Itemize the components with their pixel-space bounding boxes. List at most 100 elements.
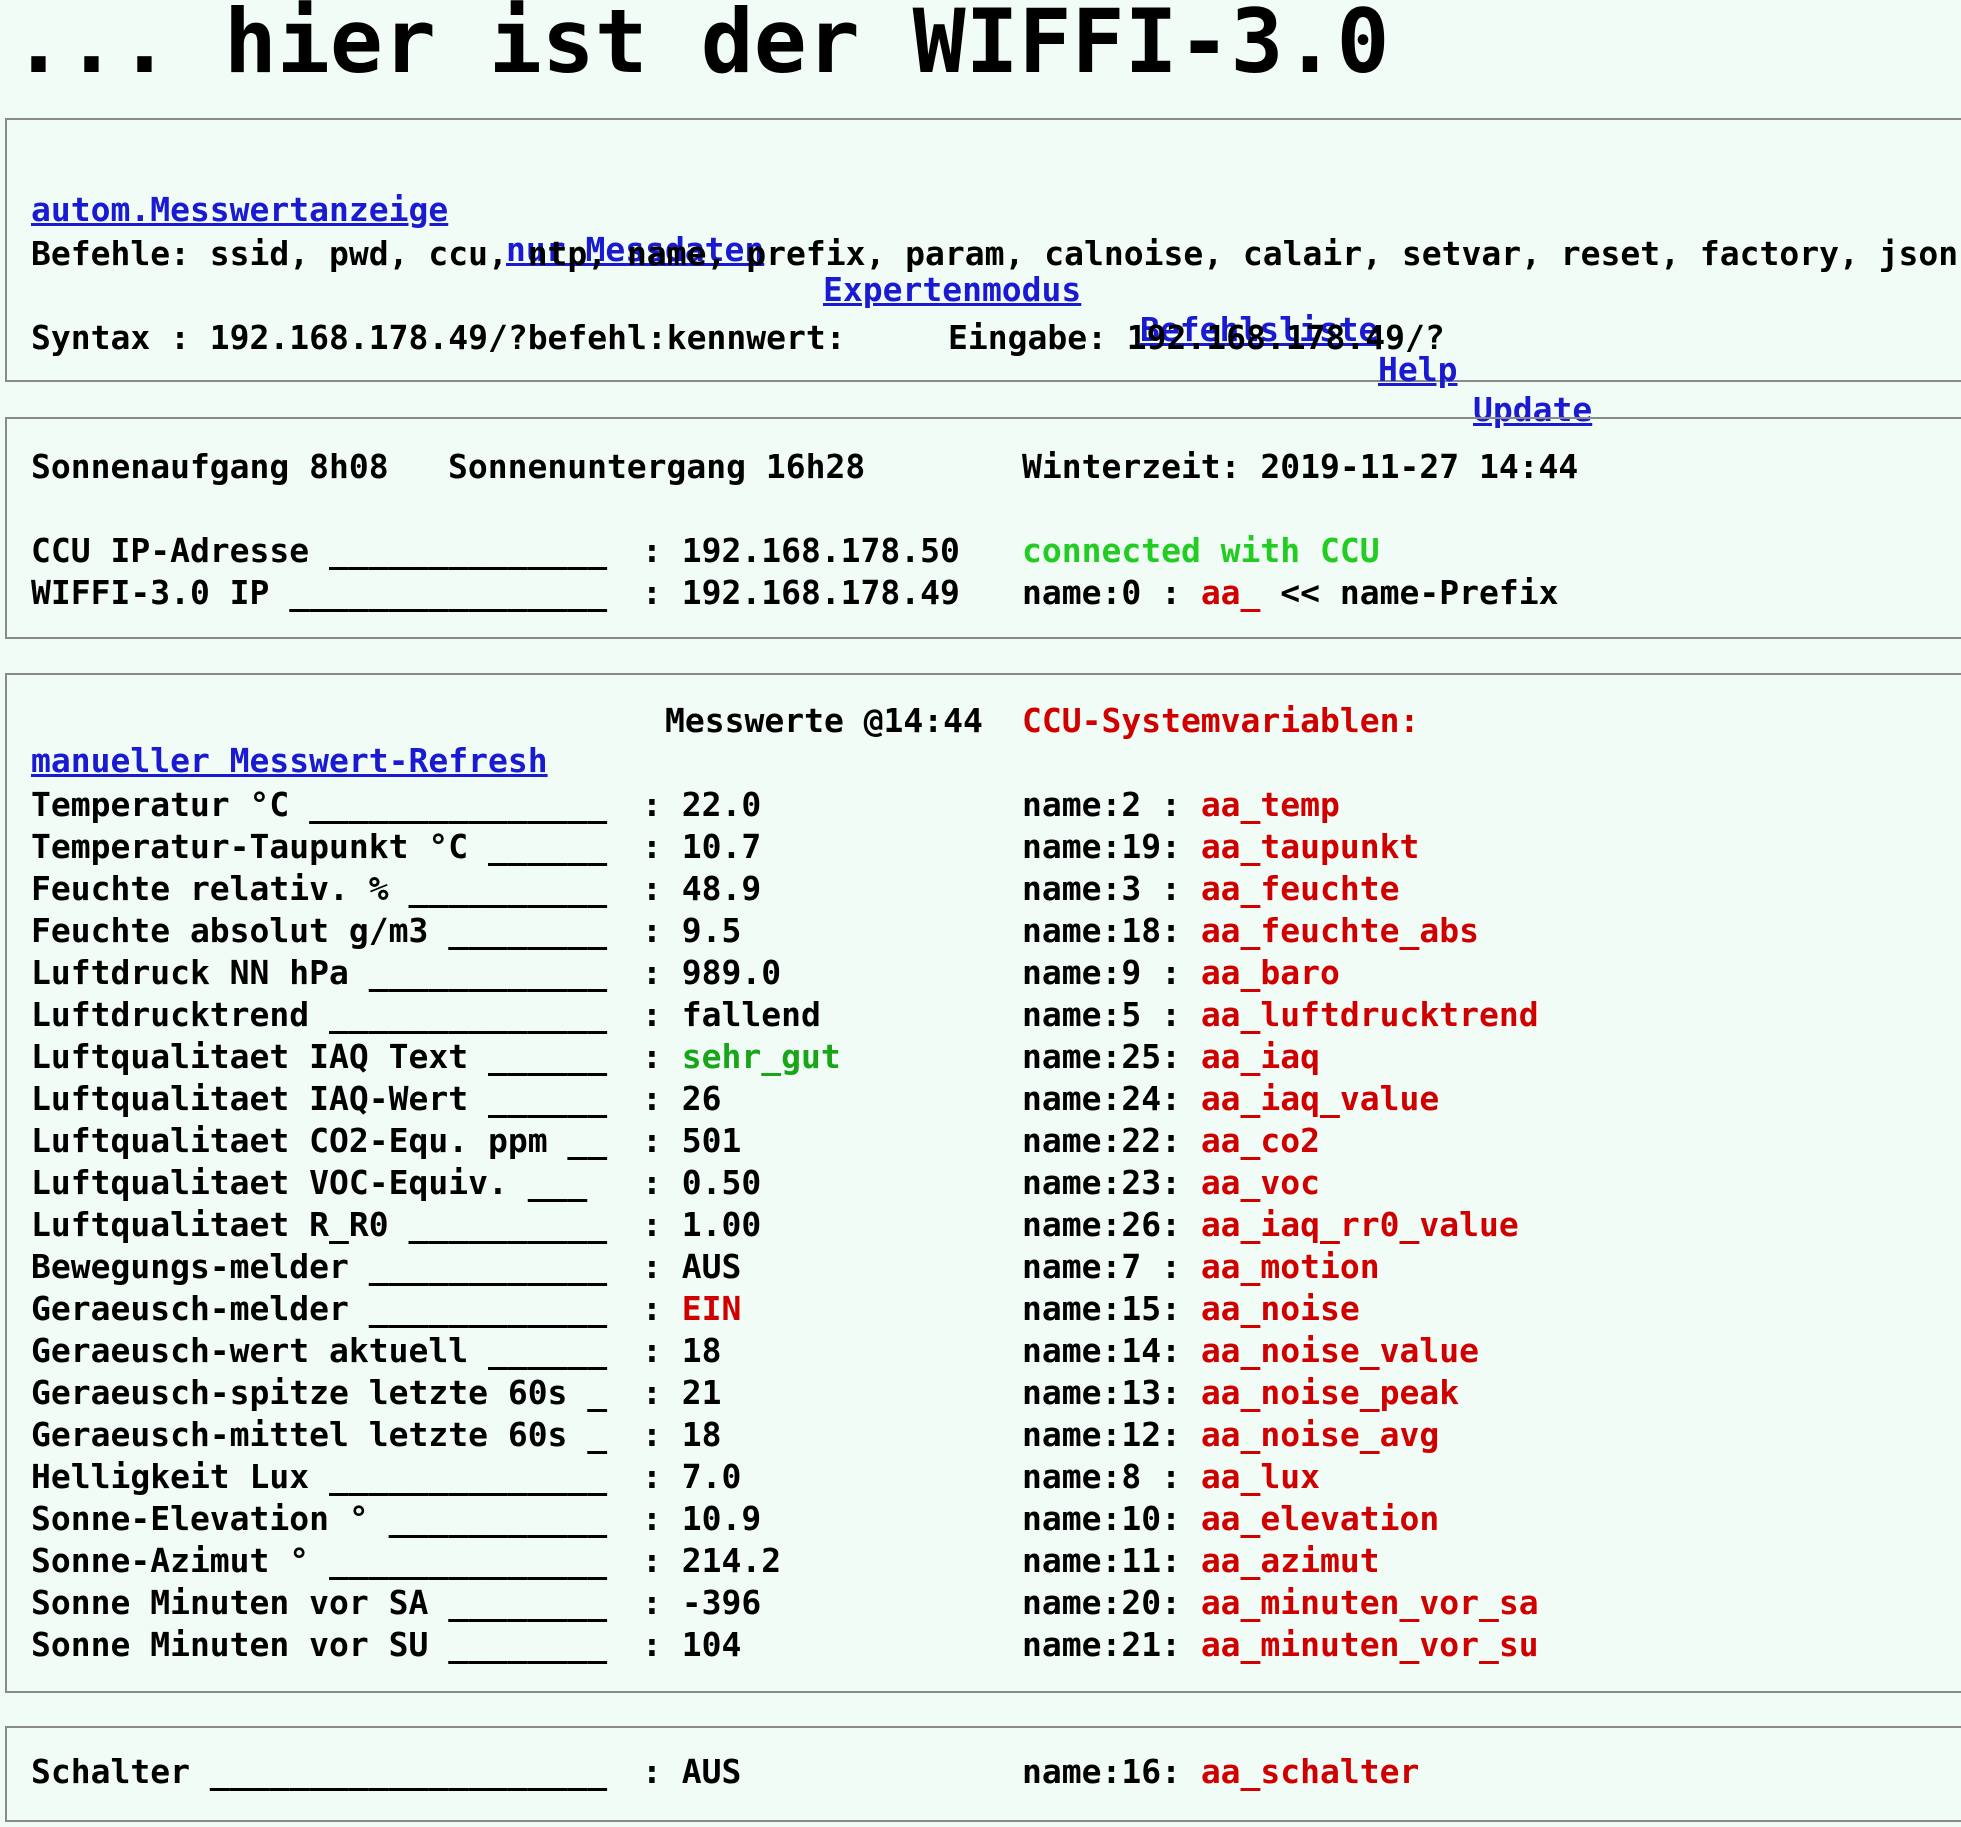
sysvar-key: name:15: xyxy=(1022,1289,1201,1328)
measurement-value-text: : fallend xyxy=(642,995,821,1034)
measurement-sysvar: name:24: aa_iaq_value xyxy=(1022,1079,1439,1119)
sysvar-name: aa_elevation xyxy=(1200,1499,1440,1538)
measurement-label: Sonne Minuten vor SU ________ xyxy=(31,1625,608,1664)
measurement-value: : 18 xyxy=(642,1415,721,1455)
measurement-label: Temperatur °C _______________ xyxy=(31,785,608,824)
sysvar-name: aa_feuchte xyxy=(1200,869,1400,908)
measurement-label: Geraeusch-mittel letzte 60s _ xyxy=(31,1415,608,1454)
ccu-connection-status: connected with CCU xyxy=(1022,531,1380,570)
sysvar-name: aa_noise_peak xyxy=(1200,1373,1460,1412)
sysvar-title: CCU-Systemvariablen: xyxy=(1022,701,1420,740)
measurement-value: : 104 xyxy=(642,1625,741,1665)
sysvar-key: name:19: xyxy=(1022,827,1201,866)
nav-link-expertenmodus[interactable]: Expertenmodus xyxy=(823,270,1081,310)
sysvar-name: aa_minuten_vor_su xyxy=(1200,1625,1539,1664)
sysvar-key: name:9 : xyxy=(1022,953,1201,992)
measurement-label: Luftdrucktrend ______________ xyxy=(31,995,608,1034)
measurement-label: Luftqualitaet IAQ-Wert ______ xyxy=(31,1079,608,1118)
switch-sysvar: name:16: aa_schalter xyxy=(1022,1752,1419,1792)
measurement-sysvar: name:3 : aa_feuchte xyxy=(1022,869,1400,909)
measurement-value-text: : -396 xyxy=(642,1583,762,1622)
sysvar-key: name:7 : xyxy=(1022,1247,1201,1286)
measurement-label: Luftqualitaet VOC-Equiv. ___ xyxy=(31,1163,588,1202)
sunrise-text: Sonnenaufgang 8h08 xyxy=(31,447,389,486)
sysvar-key: name:5 : xyxy=(1022,995,1201,1034)
measurement-sysvar: name:5 : aa_luftdrucktrend xyxy=(1022,995,1539,1035)
sysvar-name: aa_minuten_vor_sa xyxy=(1200,1583,1539,1622)
measurement-value: : 989.0 xyxy=(642,953,781,993)
measurement-value-text: : 0.50 xyxy=(642,1163,762,1202)
measurement-value: : 10.7 xyxy=(642,827,761,867)
clock-text: Winterzeit: 2019-11-27 14:44 xyxy=(1022,447,1579,486)
sysvar-name: aa_azimut xyxy=(1200,1541,1380,1580)
switch-value: : AUS xyxy=(642,1752,742,1791)
sunset-text: Sonnenuntergang 16h28 xyxy=(448,447,866,486)
sysvar-name: aa_iaq xyxy=(1200,1037,1321,1076)
sysvar-key: name:12: xyxy=(1022,1415,1201,1454)
measurement-value-text: : 26 xyxy=(642,1079,722,1118)
measurement-value: : fallend xyxy=(642,995,821,1035)
measurement-sysvar: name:19: aa_taupunkt xyxy=(1022,827,1419,867)
measurement-value-status: EIN xyxy=(681,1289,742,1328)
measurement-label: Luftqualitaet R_R0 __________ xyxy=(31,1205,608,1244)
sysvar-key: name:8 : xyxy=(1022,1457,1201,1496)
measurement-sysvar: name:11: aa_azimut xyxy=(1022,1541,1380,1581)
eingabe-line: Eingabe: 192.168.178.49/? xyxy=(948,318,1445,357)
measurement-sysvar: name:12: aa_noise_avg xyxy=(1022,1415,1439,1455)
sysvar-name: aa_noise xyxy=(1200,1289,1360,1328)
sysvar-key: name:3 : xyxy=(1022,869,1201,908)
refresh-link[interactable]: manueller Messwert-Refresh xyxy=(31,741,548,781)
measurement-label: Luftqualitaet CO2-Equ. ppm __ xyxy=(31,1121,608,1160)
status-panel: Sonnenaufgang 8h08 Sonnenuntergang 16h28… xyxy=(5,417,1961,639)
sysvar-name: aa_temp xyxy=(1200,785,1340,824)
nav-link-messwertanzeige[interactable]: autom.Messwertanzeige xyxy=(31,190,448,230)
sysvar-key: name:10: xyxy=(1022,1499,1201,1538)
measurement-value-text: : 9.5 xyxy=(642,911,742,950)
syntax-line: Syntax : 192.168.178.49/?befehl:kennwert… xyxy=(31,318,846,357)
measurement-value: : 501 xyxy=(642,1121,741,1161)
measurement-label: Feuchte absolut g/m3 ________ xyxy=(31,911,608,950)
measurement-value: : sehr_gut xyxy=(642,1037,841,1077)
switch-sysvar-key: name:16: xyxy=(1022,1752,1201,1791)
measurement-sysvar: name:18: aa_feuchte_abs xyxy=(1022,911,1479,951)
name-prefix-row: name:0 : aa_ << name-Prefix xyxy=(1022,573,1558,613)
measurement-value-text: : 22.0 xyxy=(642,785,762,824)
measurement-value: : 48.9 xyxy=(642,869,761,909)
measurement-value-text: : 214.2 xyxy=(642,1541,782,1580)
measurement-sysvar: name:10: aa_elevation xyxy=(1022,1499,1439,1539)
sysvar-key: name:25: xyxy=(1022,1037,1201,1076)
wiffi-ip-label: WIFFI-3.0 IP ________________ xyxy=(31,573,608,612)
sysvar-key: name:23: xyxy=(1022,1163,1201,1202)
measurement-value-text: : 21 xyxy=(642,1373,722,1412)
measurement-value-text: : 18 xyxy=(642,1415,722,1454)
measurement-label: Bewegungs-melder ____________ xyxy=(31,1247,608,1286)
sysvar-name: aa_noise_value xyxy=(1200,1331,1479,1370)
name-prefix-key: name:0 : xyxy=(1022,573,1201,612)
sysvar-name: aa_feuchte_abs xyxy=(1200,911,1479,950)
measurement-value: : 1.00 xyxy=(642,1205,761,1245)
measurement-value-text: : AUS xyxy=(642,1247,742,1286)
sysvar-name: aa_luftdrucktrend xyxy=(1200,995,1539,1034)
sysvar-name: aa_iaq_rr0_value xyxy=(1200,1205,1519,1244)
measurement-sysvar: name:14: aa_noise_value xyxy=(1022,1331,1479,1371)
commands-list: Befehle: ssid, pwd, ccu, ntp, name, pref… xyxy=(31,234,1959,273)
sysvar-name: aa_taupunkt xyxy=(1200,827,1420,866)
switch-panel: Schalter ____________________ : AUS name… xyxy=(5,1726,1961,1822)
measurement-value-text: : 18 xyxy=(642,1331,722,1370)
measurement-value-text: : 10.7 xyxy=(642,827,762,866)
measurement-value-status: sehr_gut xyxy=(681,1037,841,1076)
measurement-value: : 214.2 xyxy=(642,1541,781,1581)
measurement-value: : 9.5 xyxy=(642,911,741,951)
measurement-value-text: : xyxy=(642,1037,682,1076)
measurement-label: Geraeusch-melder ____________ xyxy=(31,1289,608,1328)
measurement-label: Geraeusch-wert aktuell ______ xyxy=(31,1331,608,1370)
command-panel: autom.Messwertanzeige nur Messdaten Expe… xyxy=(5,118,1961,429)
name-prefix-value: aa_ xyxy=(1200,573,1261,612)
measurement-value-text: : xyxy=(642,1289,682,1328)
measurement-value: : AUS xyxy=(642,1247,741,1287)
measure-timestamp: Messwerte @14:44 xyxy=(665,701,983,740)
sysvar-key: name:14: xyxy=(1022,1331,1201,1370)
measurement-sysvar: name:21: aa_minuten_vor_su xyxy=(1022,1625,1539,1665)
sysvar-key: name:21: xyxy=(1022,1625,1201,1664)
measurement-label: Temperatur-Taupunkt °C ______ xyxy=(31,827,608,866)
